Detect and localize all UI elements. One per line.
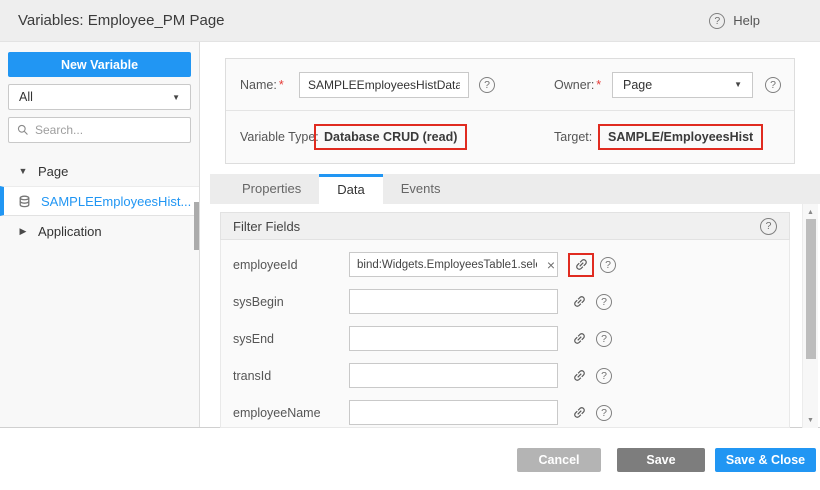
- filter-field-input-wrap: [349, 326, 558, 351]
- filter-fields-title: Filter Fields: [233, 219, 300, 234]
- filter-field-input-sysBegin[interactable]: [349, 289, 558, 314]
- filter-field-input-wrap: [349, 363, 558, 388]
- owner-select[interactable]: Page ▼: [612, 72, 753, 98]
- filter-field-label: employeeName: [233, 406, 349, 420]
- filter-field-input-sysEnd[interactable]: [349, 326, 558, 351]
- bind-link-button-annotated[interactable]: [568, 253, 594, 277]
- sidebar-scrollbar-thumb[interactable]: [194, 202, 199, 250]
- dialog-body: New Variable All ▼ ▼ Page: [0, 42, 820, 428]
- filter-field-input-wrap: ×: [349, 252, 558, 277]
- owner-label: Owner:*: [554, 78, 601, 92]
- cancel-button[interactable]: Cancel: [517, 448, 601, 472]
- tree-node-variable-selected[interactable]: SAMPLEEmployeesHist...: [0, 186, 199, 216]
- filter-field-label: sysEnd: [233, 332, 349, 346]
- tab-bar: PropertiesDataEvents: [210, 174, 820, 204]
- target-value: SAMPLE/EmployeesHist: [608, 130, 753, 144]
- filter-fields-rows: employeeId×?sysBegin?sysEnd?transId?empl…: [220, 240, 790, 428]
- bind-link-button[interactable]: [568, 365, 590, 387]
- field-help-icon[interactable]: ?: [596, 294, 612, 310]
- tab-events[interactable]: Events: [383, 174, 459, 204]
- filter-field-row-employeeId: employeeId ×?: [221, 246, 789, 283]
- owner-select-value: Page: [623, 78, 652, 92]
- name-help-icon[interactable]: ?: [479, 77, 495, 93]
- filter-fields-help-icon[interactable]: ?: [760, 218, 777, 235]
- dialog-footer: Cancel Save Save & Close: [0, 428, 820, 490]
- tree-node-label: Page: [38, 164, 68, 179]
- annotation-box-variable-type: Database CRUD (read): [314, 124, 467, 150]
- required-asterisk: *: [596, 78, 601, 92]
- database-variable-icon: [18, 195, 31, 208]
- bind-link-button[interactable]: [568, 328, 590, 350]
- variables-sidebar: New Variable All ▼ ▼ Page: [0, 42, 200, 427]
- save-button[interactable]: Save: [617, 448, 705, 472]
- filter-field-label: transId: [233, 369, 349, 383]
- bind-link-button[interactable]: [568, 402, 590, 424]
- variable-type-filter-dropdown[interactable]: All ▼: [8, 84, 191, 110]
- filter-field-input-employeeId[interactable]: [349, 252, 558, 277]
- content-scrollbar-thumb[interactable]: [806, 219, 816, 359]
- tab-properties[interactable]: Properties: [224, 174, 319, 204]
- tree-node-label: Application: [38, 224, 102, 239]
- link-icon: [574, 257, 589, 272]
- variable-type-label: Variable Type:: [240, 130, 319, 144]
- link-icon: [572, 294, 587, 309]
- filter-fields-header: Filter Fields ?: [220, 212, 790, 240]
- chevron-down-icon: ▼: [172, 93, 180, 102]
- search-box: [8, 117, 191, 143]
- variable-summary-panel: Name:* ? Owner:* Page ▼ ? Variable Type:…: [225, 58, 795, 164]
- filter-field-row-employeeName: employeeName?: [221, 394, 789, 428]
- content-scrollbar: ▲ ▼: [802, 204, 818, 428]
- name-owner-row: Name:* ? Owner:* Page ▼ ?: [226, 59, 794, 111]
- bind-link-button[interactable]: [568, 291, 590, 313]
- link-icon: [572, 405, 587, 420]
- variable-type-filter-value: All: [19, 90, 33, 104]
- dialog-title-bar: Variables: Employee_PM Page ? Help: [0, 0, 820, 42]
- chevron-down-icon: ▼: [734, 80, 742, 89]
- filter-field-label: employeeId: [233, 258, 349, 272]
- tree-node-page[interactable]: ▼ Page: [0, 156, 199, 186]
- save-and-close-button[interactable]: Save & Close: [715, 448, 816, 472]
- scroll-down-arrow[interactable]: ▼: [803, 413, 818, 427]
- filter-field-row-sysBegin: sysBegin?: [221, 283, 789, 320]
- search-input[interactable]: [35, 123, 182, 137]
- help-button[interactable]: ? Help: [709, 13, 760, 29]
- field-help-icon[interactable]: ?: [596, 331, 612, 347]
- tab-data[interactable]: Data: [319, 174, 382, 204]
- filter-field-row-transId: transId?: [221, 357, 789, 394]
- variables-tree: ▼ Page SAMPLEEmployeesHist... ▶ Applicat…: [0, 156, 199, 246]
- link-icon: [572, 368, 587, 383]
- field-help-icon[interactable]: ?: [596, 405, 612, 421]
- help-icon: ?: [709, 13, 725, 29]
- variable-type-value: Database CRUD (read): [324, 130, 457, 144]
- dialog-title: Variables: Employee_PM Page: [18, 12, 225, 29]
- name-label: Name:*: [240, 78, 284, 92]
- field-help-icon[interactable]: ?: [600, 257, 616, 273]
- filter-field-label: sysBegin: [233, 295, 349, 309]
- filter-fields-panel: Filter Fields ? employeeId×?sysBegin?sys…: [220, 212, 790, 428]
- owner-help-icon[interactable]: ?: [765, 77, 781, 93]
- filter-field-input-wrap: [349, 400, 558, 425]
- tree-node-label: SAMPLEEmployeesHist...: [41, 194, 191, 209]
- clear-icon[interactable]: ×: [547, 258, 555, 272]
- filter-field-input-transId[interactable]: [349, 363, 558, 388]
- filter-field-input-wrap: [349, 289, 558, 314]
- search-icon: [17, 124, 29, 136]
- link-icon: [572, 331, 587, 346]
- new-variable-button[interactable]: New Variable: [8, 52, 191, 77]
- filter-field-row-sysEnd: sysEnd?: [221, 320, 789, 357]
- chevron-expanded-icon[interactable]: ▼: [18, 166, 28, 176]
- help-label: Help: [733, 13, 760, 28]
- tree-node-application[interactable]: ▶ Application: [0, 216, 199, 246]
- field-help-icon[interactable]: ?: [596, 368, 612, 384]
- type-target-row: Variable Type: Database CRUD (read) Targ…: [226, 111, 794, 163]
- scroll-up-arrow[interactable]: ▲: [803, 205, 818, 219]
- target-label: Target:: [554, 130, 592, 144]
- chevron-collapsed-icon[interactable]: ▶: [18, 226, 28, 237]
- filter-field-input-employeeName[interactable]: [349, 400, 558, 425]
- required-asterisk: *: [279, 78, 284, 92]
- annotation-box-target: SAMPLE/EmployeesHist: [598, 124, 763, 150]
- name-input[interactable]: [299, 72, 469, 98]
